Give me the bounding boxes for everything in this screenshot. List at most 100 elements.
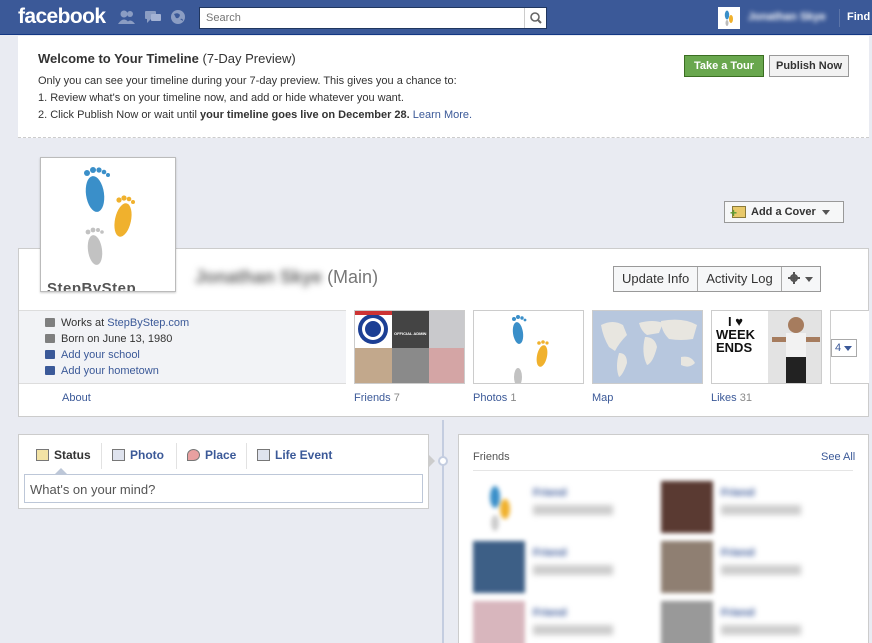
add-a-cover-button[interactable]: Add a Cover	[724, 201, 844, 223]
briefcase-icon	[45, 318, 55, 327]
friends-box: Friends See All Friend Friend Friend Fri…	[458, 434, 869, 643]
world-map-image	[601, 319, 697, 377]
photos-tile-label[interactable]: Photos 1	[473, 392, 516, 404]
timeline-dot	[438, 456, 448, 466]
friends-box-title: Friends	[473, 451, 510, 463]
friend-item[interactable]: Friend	[661, 541, 861, 593]
about-summary[interactable]: Works at StepByStep.com Born on June 13,…	[19, 310, 346, 384]
more-sections-dropdown[interactable]: 4	[831, 339, 857, 357]
search-button[interactable]	[524, 8, 546, 28]
stepbystep-logo-icon	[84, 167, 135, 265]
about-tab-label[interactable]: About	[62, 392, 91, 404]
work-link[interactable]: StepByStep.com	[107, 317, 189, 329]
find-friends-link[interactable]: Find	[847, 11, 870, 23]
add-school-link[interactable]: Add your school	[61, 349, 140, 361]
friend-requests-icon[interactable]	[118, 9, 136, 25]
footprint-photo-image	[512, 315, 549, 383]
update-info-button[interactable]: Update Info	[614, 267, 699, 291]
friends-tile-label[interactable]: Friends 7	[354, 392, 400, 404]
status-icon	[36, 449, 49, 461]
likes-tile[interactable]: I ♥ WEEK ENDS	[711, 310, 822, 384]
friend-name: Friend	[533, 607, 567, 619]
take-a-tour-button[interactable]: Take a Tour	[684, 55, 764, 77]
banner-text-line-2: 1. Review what's on your timeline now, a…	[38, 92, 404, 104]
friend-avatar	[661, 601, 713, 643]
place-pin-icon	[187, 449, 200, 461]
notifications-globe-icon[interactable]	[170, 9, 188, 25]
search-input[interactable]	[200, 8, 518, 28]
friend-photo: OFFICIAL ADMIN	[392, 311, 429, 348]
friend-item[interactable]: Friend	[661, 481, 861, 533]
friend-photo	[429, 348, 464, 383]
settings-dropdown-button[interactable]	[782, 267, 820, 291]
activity-log-button[interactable]: Activity Log	[698, 267, 782, 291]
friend-photo	[429, 311, 464, 348]
life-event-icon	[257, 449, 270, 461]
friend-name: Friend	[721, 607, 755, 619]
friend-name: Friend	[533, 547, 567, 559]
likes-tile-label[interactable]: Likes 31	[711, 392, 752, 404]
school-row: Add your school	[45, 349, 140, 363]
friend-avatar	[473, 481, 525, 533]
friend-avatar	[473, 541, 525, 593]
gear-icon	[787, 272, 800, 284]
friend-avatar	[661, 481, 713, 533]
search-box	[199, 7, 547, 29]
more-sections: 4	[830, 310, 869, 384]
like-page-photo	[768, 311, 821, 383]
add-photo-icon	[730, 203, 746, 223]
friend-photo	[392, 348, 429, 383]
map-tile[interactable]	[592, 310, 703, 384]
chevron-down-icon	[821, 209, 830, 215]
chelsea-badge-image	[355, 311, 392, 348]
photos-tile[interactable]	[473, 310, 584, 384]
friend-item[interactable]: Friend	[661, 601, 861, 643]
top-navigation-bar: facebook Jonathan Skye Find	[0, 0, 872, 35]
tab-life-event[interactable]: Life Event	[257, 448, 332, 464]
profile-action-buttons: Update Info Activity Log	[613, 266, 821, 292]
status-composer: Status Photo Place Life Event What's on …	[18, 434, 429, 509]
facebook-logo[interactable]: facebook	[18, 5, 106, 29]
user-name-link[interactable]: Jonathan Skye	[748, 11, 826, 23]
friend-name: Friend	[533, 487, 567, 499]
work-row: Works at StepByStep.com	[45, 317, 189, 331]
timeline-spine	[442, 420, 444, 643]
profile-picture[interactable]: StepByStep	[40, 157, 176, 292]
add-hometown-link[interactable]: Add your hometown	[61, 365, 159, 377]
tab-place[interactable]: Place	[187, 448, 236, 464]
hometown-row: Add your hometown	[45, 365, 159, 379]
publish-now-button[interactable]: Publish Now	[769, 55, 849, 77]
friend-item[interactable]: Friend	[473, 541, 673, 593]
friends-tile[interactable]: OFFICIAL ADMIN	[354, 310, 465, 384]
chevron-down-icon	[804, 277, 813, 283]
user-avatar[interactable]	[718, 7, 740, 29]
friend-name: Friend	[721, 487, 755, 499]
calendar-icon	[45, 334, 55, 343]
photo-icon	[112, 449, 125, 461]
friend-item[interactable]: Friend	[473, 601, 673, 643]
friend-name: Friend	[721, 547, 755, 559]
see-all-friends-link[interactable]: See All	[821, 451, 855, 463]
chevron-down-icon	[844, 345, 853, 351]
banner-text-line-1: Only you can see your timeline during yo…	[38, 75, 457, 87]
status-input[interactable]: What's on your mind?	[24, 474, 423, 503]
tab-status[interactable]: Status	[36, 448, 91, 464]
map-tile-label[interactable]: Map	[592, 392, 613, 404]
friend-avatar	[473, 601, 525, 643]
timeline-preview-banner: Welcome to Your Timeline (7-Day Preview)…	[18, 36, 869, 138]
timeline-pointer	[428, 454, 435, 468]
friend-photo	[355, 348, 392, 383]
learn-more-link[interactable]: Learn More.	[413, 109, 472, 121]
add-a-cover-label: Add a Cover	[751, 206, 816, 218]
tab-photo[interactable]: Photo	[112, 448, 164, 464]
friend-avatar	[661, 541, 713, 593]
nav-divider	[839, 9, 840, 27]
profile-name: Jonathan Skye (Main)	[195, 267, 379, 287]
profile-picture-caption: StepByStep	[47, 280, 137, 292]
messages-icon[interactable]	[144, 9, 162, 25]
birthday-row: Born on June 13, 1980	[45, 333, 172, 347]
weekends-like-image: I ♥ WEEK ENDS	[716, 314, 755, 355]
banner-title: Welcome to Your Timeline (7-Day Preview)	[38, 51, 296, 66]
friend-item[interactable]: Friend	[473, 481, 673, 533]
school-icon	[45, 350, 55, 359]
